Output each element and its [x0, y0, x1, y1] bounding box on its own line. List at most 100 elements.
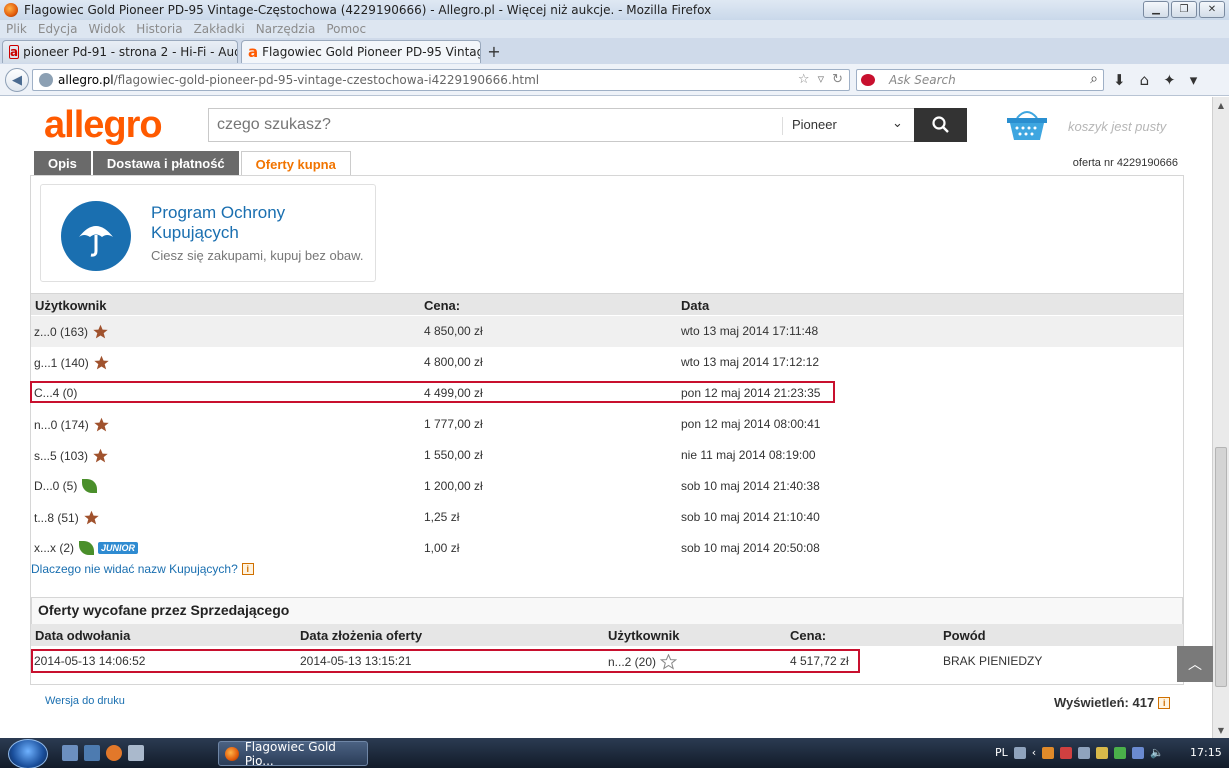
menu-tools[interactable]: Narzędzia	[256, 22, 316, 36]
tray-app-icon[interactable]	[1096, 746, 1109, 759]
firefox-quick-icon[interactable]	[106, 745, 122, 761]
menu-help[interactable]: Pomoc	[326, 22, 366, 36]
basket-label[interactable]: koszyk jest pusty	[1068, 119, 1166, 134]
bid-user: x...x (2) JUNIOR	[34, 541, 139, 555]
protection-subtitle: Ciesz się zakupami, kupuj bez obaw.	[151, 248, 364, 263]
reload-icon[interactable]: ↻	[832, 72, 843, 87]
home-icon[interactable]: ⌂	[1140, 71, 1150, 89]
search-icon[interactable]: ⌕	[1090, 71, 1098, 87]
system-tray: PL ‹ 🔈	[995, 746, 1164, 759]
bid-date: pon 12 maj 2014 08:00:41	[681, 417, 821, 431]
table-row: x...x (2) JUNIOR 1,00 zł sob 10 maj 2014 …	[31, 533, 1183, 564]
browser-search-box[interactable]: Ask Search ⌕	[856, 69, 1104, 91]
new-tab-button[interactable]: +	[483, 41, 505, 61]
view-counter: Wyświetleń: 417 i	[1054, 695, 1171, 710]
scroll-down-icon[interactable]: ▼	[1213, 722, 1229, 738]
bid-user: g...1 (140)	[34, 355, 110, 371]
highlight-box	[31, 649, 860, 673]
menu-history[interactable]: Historia	[136, 22, 182, 36]
window-title: Flagowiec Gold Pioneer PD-95 Vintage-Czę…	[24, 3, 712, 17]
table-row: t...8 (51) 1,25 zł sob 10 maj 2014 21:10…	[31, 502, 1183, 533]
explorer-icon[interactable]	[84, 745, 100, 761]
scrollbar-thumb[interactable]	[1215, 447, 1227, 687]
tray-app-icon[interactable]	[1042, 746, 1055, 759]
language-indicator[interactable]: PL	[995, 746, 1008, 759]
close-window-button[interactable]: ✕	[1199, 1, 1225, 18]
menu-bookmarks[interactable]: Zakładki	[194, 22, 245, 36]
menu-file[interactable]: Plik	[6, 22, 27, 36]
windows-taskbar: Flagowiec Gold Pio... PL ‹ 🔈 17:15	[0, 738, 1229, 768]
tab-delivery-payment[interactable]: Dostawa i płatność	[92, 151, 239, 175]
bid-price: 1,00 zł	[424, 541, 460, 555]
toolbar-icons: ⬇ ⌂ ✦ ▾	[1113, 71, 1197, 89]
tab-description[interactable]: Opis	[34, 151, 91, 175]
bid-date: sob 10 maj 2014 21:10:40	[681, 510, 820, 524]
tray-app-icon[interactable]	[1132, 746, 1145, 759]
table-row: n...0 (174) 1 777,00 zł pon 12 maj 2014 …	[31, 409, 1183, 440]
app-icon[interactable]	[128, 745, 144, 761]
withdrawn-table-header: Data odwołania Data złożenia oferty Użyt…	[31, 624, 1183, 646]
start-button[interactable]	[8, 739, 48, 768]
bid-date: wto 13 maj 2014 17:11:48	[681, 324, 819, 338]
bid-price: 1 550,00 zł	[424, 448, 483, 462]
why-no-names-link[interactable]: Dlaczego nie widać nazw Kupujących? i	[31, 562, 254, 576]
tab-label: Flagowiec Gold Pioneer PD-95 Vintag...	[262, 45, 481, 59]
tab-purchase-offers[interactable]: Oferty kupna	[240, 151, 351, 177]
withdrawn-reason: BRAK PIENIEDZY	[943, 654, 1043, 668]
tray-app-icon[interactable]	[1060, 746, 1073, 759]
ask-logo-icon	[861, 74, 875, 86]
allegro-logo[interactable]: allegro	[44, 104, 163, 147]
show-desktop-icon[interactable]	[62, 745, 78, 761]
globe-icon	[39, 73, 53, 87]
tab-pioneer-pd91[interactable]: a pioneer Pd-91 - strona 2 - Hi-Fi - Aud…	[2, 40, 238, 63]
volume-icon[interactable]: 🔈	[1150, 746, 1164, 759]
tab-label: pioneer Pd-91 - strona 2 - Hi-Fi - Aud..…	[23, 45, 238, 59]
table-row: s...5 (103) 1 550,00 zł nie 11 maj 2014 …	[31, 440, 1183, 471]
header-reason: Powód	[943, 628, 986, 643]
page-scrollbar[interactable]: ▲ ▼	[1212, 97, 1229, 738]
address-bar[interactable]: allegro.pl /flagowiec-gold-pioneer-pd-95…	[32, 69, 850, 91]
scroll-to-top-button[interactable]: ︿	[1177, 646, 1213, 682]
star-icon	[94, 417, 109, 432]
bookmark-star-icon[interactable]: ☆	[798, 72, 810, 87]
info-icon[interactable]: i	[1158, 696, 1171, 709]
print-version-link[interactable]: Wersja do druku	[45, 695, 125, 707]
network-icon[interactable]	[1078, 746, 1091, 759]
taskbar-clock[interactable]: 17:15	[1190, 746, 1222, 759]
dropdown-arrow-icon[interactable]: ▿	[818, 72, 825, 87]
star-icon	[93, 448, 108, 463]
taskbar-firefox-button[interactable]: Flagowiec Gold Pio...	[218, 740, 368, 768]
menu-view[interactable]: Widok	[88, 22, 125, 36]
header-cancel-date: Data odwołania	[35, 628, 131, 643]
chevron-down-icon[interactable]: ⌄	[892, 116, 903, 131]
basket-icon[interactable]	[1005, 106, 1049, 142]
site-search-button[interactable]	[914, 108, 967, 142]
back-button[interactable]: ◀	[5, 68, 29, 92]
keyboard-icon[interactable]	[1013, 746, 1026, 759]
header-price: Cena:	[424, 298, 461, 313]
scroll-up-icon[interactable]: ▲	[1213, 97, 1229, 113]
url-path: /flagowiec-gold-pioneer-pd-95-vintage-cz…	[113, 73, 540, 87]
tray-app-icon[interactable]	[1114, 746, 1127, 759]
tab-flagowiec[interactable]: a Flagowiec Gold Pioneer PD-95 Vintag...…	[241, 40, 481, 63]
addon-icon[interactable]: ✦	[1163, 71, 1176, 89]
minimize-button[interactable]: ▁	[1143, 1, 1169, 18]
allegro-favicon-icon: a	[248, 43, 259, 61]
buyer-protection-card[interactable]: Program Ochrony Kupujących Ciesz się zak…	[40, 184, 376, 282]
menu-edit[interactable]: Edycja	[38, 22, 78, 36]
info-icon[interactable]: i	[241, 563, 254, 575]
header-price: Cena:	[790, 628, 827, 643]
url-tools: ☆ ▿ ↻	[798, 72, 843, 87]
site-search-input[interactable]	[209, 116, 769, 134]
tray-expand-icon[interactable]: ‹	[1032, 746, 1036, 759]
bid-price: 4 850,00 zł	[424, 324, 483, 338]
url-domain: allegro.pl	[58, 73, 114, 87]
restore-button[interactable]: ❐	[1171, 1, 1197, 18]
withdrawn-offers-title: Oferty wycofane przez Sprzedającego	[31, 597, 1183, 624]
offer-number: oferta nr 4229190666	[1072, 157, 1178, 169]
menu-arrow-icon[interactable]: ▾	[1190, 71, 1198, 89]
category-select[interactable]: Pioneer	[792, 117, 837, 132]
magnifier-icon	[931, 116, 949, 133]
download-icon[interactable]: ⬇	[1113, 71, 1126, 89]
protection-title: Program Ochrony Kupujących	[151, 203, 286, 242]
